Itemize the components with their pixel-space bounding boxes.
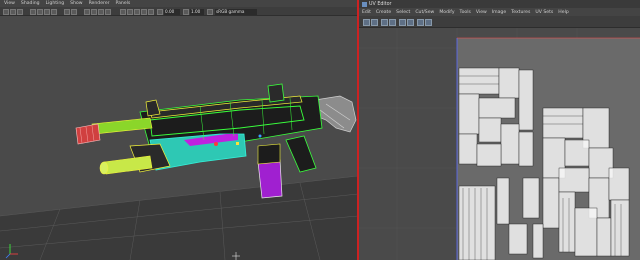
hud-icon[interactable]	[105, 8, 111, 15]
menu-create[interactable]: Create	[376, 10, 391, 15]
menu-panels[interactable]: Panels	[116, 1, 131, 6]
viewport-scene[interactable]	[0, 16, 358, 260]
menu-textures[interactable]: Textures	[511, 10, 530, 15]
antialias-icon[interactable]	[141, 8, 147, 15]
safe-action-icon[interactable]	[98, 8, 104, 15]
exposure-icon	[157, 8, 163, 15]
resolution-gate-icon[interactable]	[84, 8, 90, 15]
menu-edit[interactable]: Edit	[362, 10, 371, 15]
dim-image-icon[interactable]	[389, 18, 396, 26]
grid-icon[interactable]	[10, 8, 16, 15]
menu-select[interactable]: Select	[396, 10, 410, 15]
distortion-icon[interactable]	[371, 18, 378, 26]
motion-blur-icon[interactable]	[134, 8, 140, 15]
viewport-toolbar: 0.00 1.00 sRGB gamma	[0, 7, 358, 16]
menu-lighting[interactable]: Lighting	[46, 1, 65, 6]
menu-image[interactable]: Image	[492, 10, 506, 15]
filter-icon[interactable]	[417, 18, 424, 26]
film-gate-icon[interactable]	[91, 8, 97, 15]
lights-icon[interactable]	[44, 8, 50, 15]
xray-icon[interactable]	[71, 8, 77, 15]
uv-editor-menu-bar: Edit Create Select Cut/Sew Modify Tools …	[359, 8, 640, 16]
shaded-uv-icon[interactable]	[363, 18, 370, 26]
shadows-icon[interactable]	[51, 8, 57, 15]
wire-on-shaded-icon[interactable]	[120, 8, 126, 15]
textured-icon[interactable]	[37, 8, 43, 15]
uv-editor-toolbar	[359, 16, 640, 28]
menu-tools[interactable]: Tools	[460, 10, 471, 15]
menu-cut-sew[interactable]: Cut/Sew	[415, 10, 434, 15]
menu-uv-sets[interactable]: UV Sets	[535, 10, 553, 15]
menu-show[interactable]: Show	[70, 1, 82, 6]
smooth-shade-icon[interactable]	[30, 8, 36, 15]
menu-help[interactable]: Help	[558, 10, 568, 15]
camera-icon[interactable]	[3, 8, 9, 15]
wireframe-icon[interactable]	[17, 8, 23, 15]
uv-editor-icon	[362, 1, 367, 7]
ambient-occlusion-icon[interactable]	[127, 8, 133, 15]
menu-shading[interactable]: Shading	[21, 1, 40, 6]
uv-editor-window: UV Editor Edit Create Select Cut/Sew Mod…	[359, 0, 640, 260]
grid-toggle-icon[interactable]	[407, 18, 414, 26]
uv-editor-title: UV Editor	[369, 1, 392, 7]
ground-grid	[0, 175, 358, 260]
image-display-icon[interactable]	[425, 18, 432, 26]
colorspace-dropdown[interactable]: sRGB gamma	[215, 8, 257, 15]
isolate-icon[interactable]	[64, 8, 70, 15]
uv-canvas[interactable]	[359, 28, 640, 260]
gamma-icon	[183, 8, 189, 15]
checker-icon[interactable]	[381, 18, 388, 26]
snap-icon[interactable]	[399, 18, 406, 26]
uv-editor-titlebar: UV Editor	[359, 0, 640, 8]
menu-view[interactable]: View	[476, 10, 487, 15]
menu-view[interactable]: View	[4, 1, 15, 6]
viewport-menu-bar: View Shading Lighting Show Renderer Pane…	[0, 0, 358, 7]
color-management-icon[interactable]	[207, 8, 213, 15]
depth-of-field-icon[interactable]	[148, 8, 154, 15]
menu-renderer[interactable]: Renderer	[89, 1, 110, 6]
gamma-field[interactable]: 1.00	[190, 8, 204, 15]
menu-modify[interactable]: Modify	[439, 10, 454, 15]
rifle-mesh	[75, 83, 323, 199]
perspective-viewport[interactable]: View Shading Lighting Show Renderer Pane…	[0, 0, 358, 260]
exposure-field[interactable]: 0.00	[164, 8, 180, 15]
